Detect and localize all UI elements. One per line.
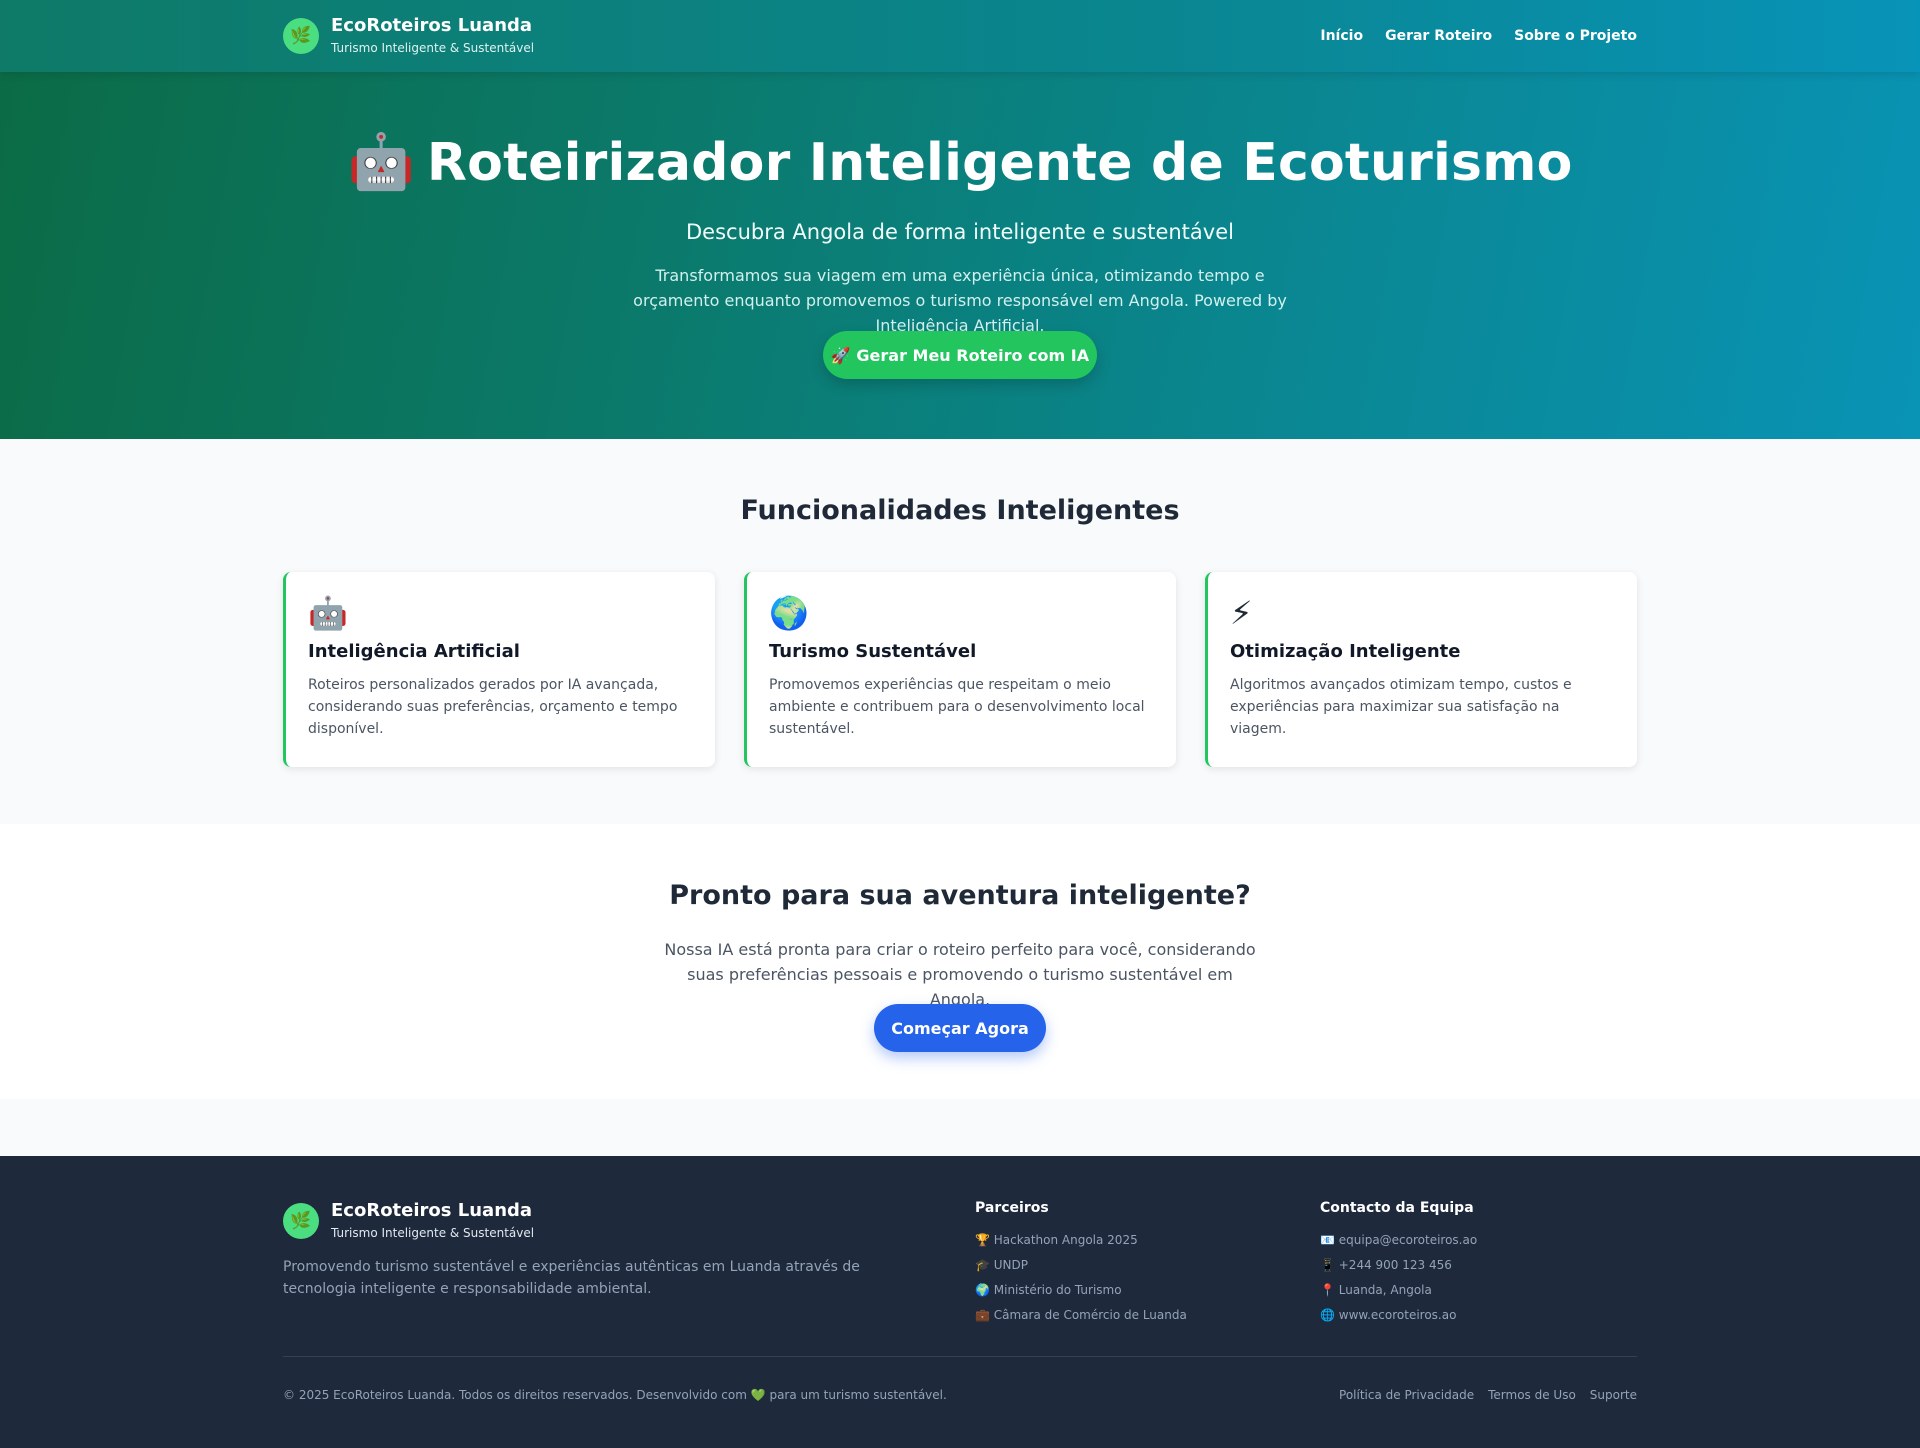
cta-section: Pronto para sua aventura inteligente? No… <box>0 824 1920 1099</box>
cta-text: Nossa IA está pronta para criar o roteir… <box>664 940 1256 1009</box>
cta-heading: Pronto para sua aventura inteligente? <box>669 880 1251 911</box>
partner-item: 💼 Câmara de Comércio de Luanda <box>975 1308 1187 1322</box>
feature-text: Roteiros personalizados gerados por IA a… <box>308 677 678 737</box>
hero-title-text: Roteirizador Inteligente de Ecoturismo <box>426 133 1573 193</box>
hero-title: 🤖 Roteirizador Inteligente de Ecoturismo <box>0 130 1920 195</box>
feature-text: Promovemos experiências que respeitam o … <box>769 677 1145 737</box>
terms-link[interactable]: Termos de Uso <box>1488 1388 1576 1402</box>
leaf-icon: 🌿 <box>283 1203 319 1239</box>
hero-section: 🤖 Roteirizador Inteligente de Ecoturismo … <box>0 72 1920 439</box>
hero-tagline: Descubra Angola de forma inteligente e s… <box>686 220 1234 244</box>
leaf-icon: 🌿 <box>283 18 319 54</box>
robot-icon: 🤖 <box>347 130 415 193</box>
feature-title: Turismo Sustentável <box>769 641 977 662</box>
nav-link-gerar-roteiro[interactable]: Gerar Roteiro <box>1385 28 1492 44</box>
partner-item: 🎓 UNDP <box>975 1258 1028 1272</box>
feature-card-ai: 🤖 Inteligência Artificial Roteiros perso… <box>283 572 715 767</box>
nav-link-inicio[interactable]: Início <box>1320 28 1363 44</box>
partners-heading: Parceiros <box>975 1200 1049 1216</box>
contact-phone[interactable]: 📱 +244 900 123 456 <box>1320 1253 1477 1278</box>
lightning-icon: ⚡ <box>1230 594 1253 632</box>
top-navbar: 🌿 EcoRoteiros Luanda Turismo Inteligente… <box>0 0 1920 72</box>
footer-brand-subtitle: Turismo Inteligente & Sustentável <box>331 1226 535 1240</box>
start-now-button[interactable]: Começar Agora <box>874 1004 1046 1052</box>
partner-item: 🌍 Ministério do Turismo <box>975 1283 1122 1297</box>
contact-location: 📍 Luanda, Angola <box>1320 1283 1432 1297</box>
feature-title: Inteligência Artificial <box>308 641 520 662</box>
footer-partners: Parceiros 🏆 Hackathon Angola 2025 🎓 UNDP… <box>975 1200 1187 1328</box>
feature-card-sustainable: 🌍 Turismo Sustentável Promovemos experiê… <box>744 572 1176 767</box>
contact-heading: Contacto da Equipa <box>1320 1200 1474 1216</box>
robot-icon: 🤖 <box>308 594 348 632</box>
footer-divider <box>283 1356 1637 1357</box>
features-section: Funcionalidades Inteligentes 🤖 Inteligên… <box>0 439 1920 824</box>
brand[interactable]: 🌿 EcoRoteiros Luanda Turismo Inteligente… <box>283 15 534 57</box>
footer-contact: Contacto da Equipa 📧 equipa@ecoroteiros.… <box>1320 1200 1477 1328</box>
support-link[interactable]: Suporte <box>1590 1388 1637 1402</box>
feature-title: Otimização Inteligente <box>1230 641 1461 662</box>
brand-subtitle: Turismo Inteligente & Sustentável <box>331 41 535 55</box>
brand-title: EcoRoteiros Luanda <box>331 15 533 36</box>
section-spacer <box>0 1099 1920 1156</box>
hero-description: Transformamos sua viagem em uma experiên… <box>633 266 1287 335</box>
features-heading: Funcionalidades Inteligentes <box>740 495 1180 526</box>
feature-text: Algoritmos avançados otimizam tempo, cus… <box>1230 677 1572 737</box>
footer-brand-title: EcoRoteiros Luanda <box>331 1200 533 1221</box>
partner-item: 🏆 Hackathon Angola 2025 <box>975 1233 1138 1247</box>
feature-cards: 🤖 Inteligência Artificial Roteiros perso… <box>283 572 1637 767</box>
footer-description: Promovendo turismo sustentável e experiê… <box>283 1259 860 1297</box>
footer-links: Política de Privacidade Termos de Uso Su… <box>1339 1388 1637 1402</box>
feature-card-optimization: ⚡ Otimização Inteligente Algoritmos avan… <box>1205 572 1637 767</box>
contact-email[interactable]: 📧 equipa@ecoroteiros.ao <box>1320 1228 1477 1253</box>
contact-website[interactable]: 🌐 www.ecoroteiros.ao <box>1320 1303 1477 1328</box>
privacy-policy-link[interactable]: Política de Privacidade <box>1339 1388 1474 1402</box>
footer: 🌿 EcoRoteiros Luanda Turismo Inteligente… <box>0 1156 1920 1448</box>
globe-icon: 🌍 <box>769 594 809 632</box>
main-nav: Início Gerar Roteiro Sobre o Projeto <box>1320 28 1637 44</box>
generate-itinerary-button[interactable]: 🚀 Gerar Meu Roteiro com IA <box>823 331 1097 379</box>
footer-brand: 🌿 EcoRoteiros Luanda Turismo Inteligente… <box>283 1200 534 1242</box>
copyright: © 2025 EcoRoteiros Luanda. Todos os dire… <box>283 1388 947 1402</box>
nav-link-sobre-projeto[interactable]: Sobre o Projeto <box>1514 28 1637 44</box>
